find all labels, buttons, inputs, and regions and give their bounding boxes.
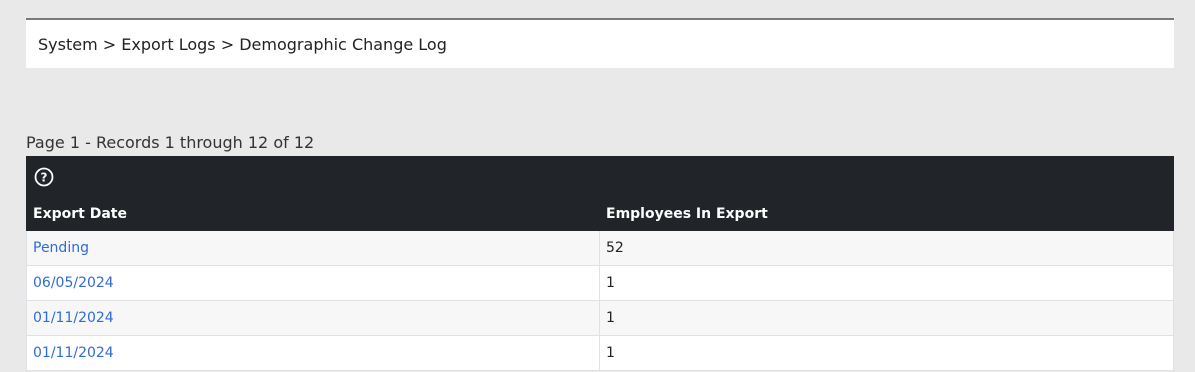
employees-count: 52 <box>606 240 624 256</box>
breadcrumb: System > Export Logs > Demographic Chang… <box>26 20 1174 68</box>
column-header-export-date[interactable]: Export Date <box>33 206 127 222</box>
table-row: 06/05/2024 1 <box>26 266 1174 301</box>
svg-text:?: ? <box>41 171 48 185</box>
table-row: Pending 52 <box>26 231 1174 266</box>
breadcrumb-separator: > <box>102 34 117 54</box>
question-circle-icon[interactable]: ? <box>34 167 54 187</box>
column-headers: Export Date Employees In Export <box>26 202 1174 224</box>
breadcrumb-item-export-logs[interactable]: Export Logs <box>121 35 215 54</box>
employees-count: 1 <box>606 345 615 361</box>
breadcrumb-item-current: Demographic Change Log <box>239 34 447 54</box>
export-date-cell: 01/11/2024 <box>27 336 600 370</box>
export-date-link[interactable]: 06/05/2024 <box>33 275 114 291</box>
export-date-cell: 06/05/2024 <box>27 266 600 300</box>
export-log-table: ? Export Date Employees In Export Pendin… <box>26 156 1174 371</box>
export-date-link[interactable]: 01/11/2024 <box>33 310 114 326</box>
employees-count: 1 <box>606 275 615 291</box>
column-header-employees-in-export[interactable]: Employees In Export <box>606 206 768 222</box>
export-date-link[interactable]: 01/11/2024 <box>33 345 114 361</box>
breadcrumb-item-system[interactable]: System <box>38 35 98 54</box>
employees-count: 1 <box>606 310 615 326</box>
table-header: ? Export Date Employees In Export <box>26 156 1174 231</box>
table-row: 01/11/2024 1 <box>26 301 1174 336</box>
export-date-cell: 01/11/2024 <box>27 301 600 335</box>
breadcrumb-separator: > <box>220 34 235 54</box>
table-row: 01/11/2024 1 <box>26 336 1174 371</box>
export-date-cell: Pending <box>27 231 600 265</box>
paging-summary: Page 1 - Records 1 through 12 of 12 <box>26 133 315 152</box>
export-date-link[interactable]: Pending <box>33 240 89 256</box>
